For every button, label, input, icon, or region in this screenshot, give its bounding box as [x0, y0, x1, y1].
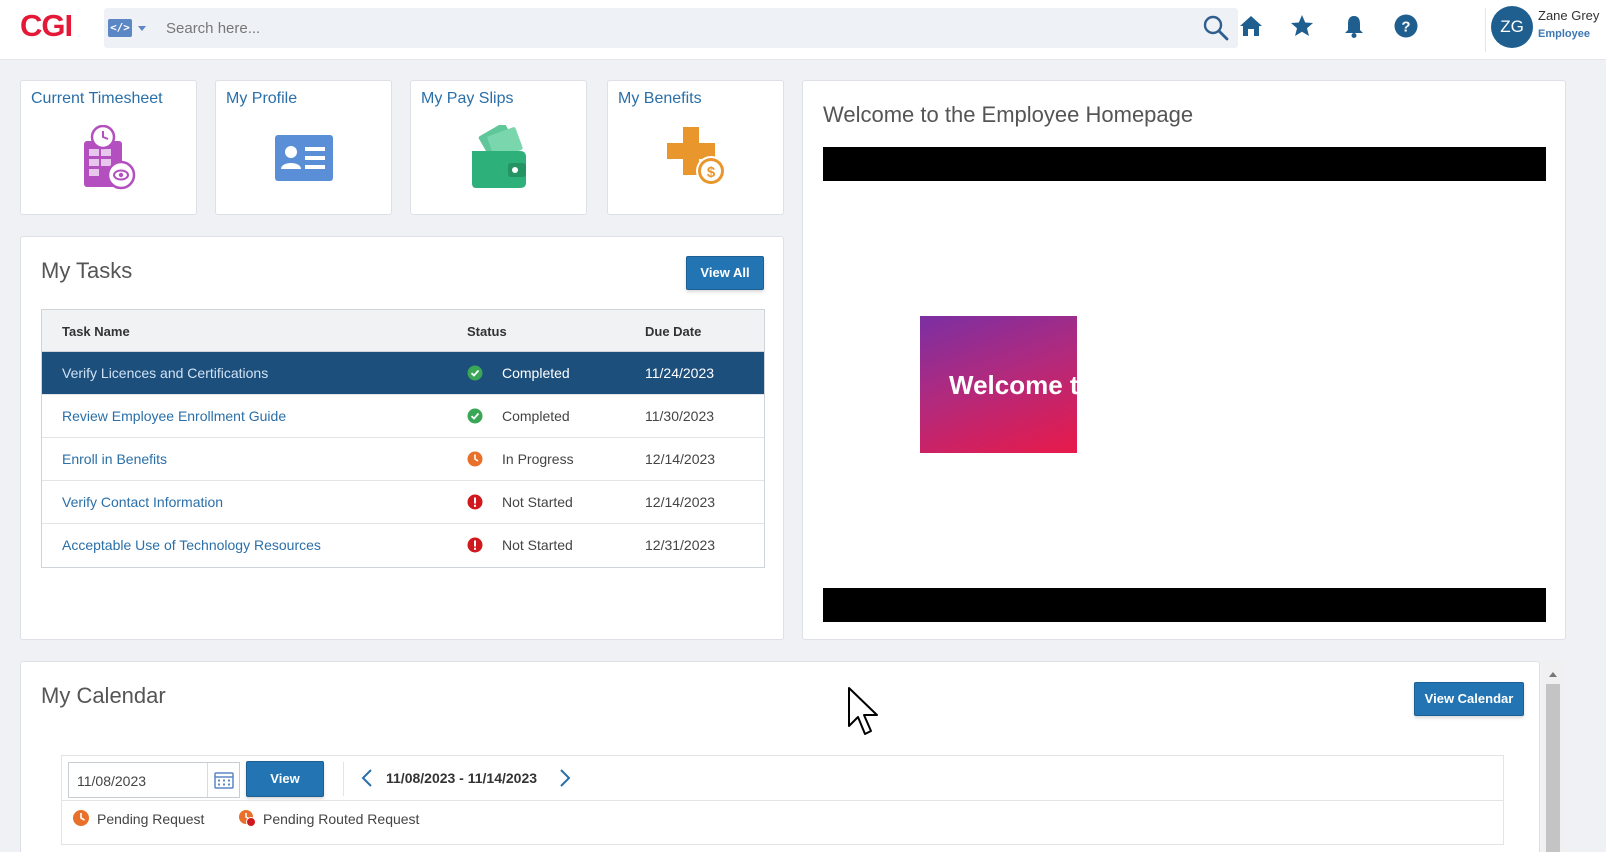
alert-icon — [467, 494, 483, 510]
welcome-image-text: Welcome t — [949, 370, 1077, 400]
task-name-link[interactable]: Enroll in Benefits — [62, 451, 167, 467]
view-calendar-button[interactable]: View Calendar — [1414, 682, 1524, 716]
page-scrollbar[interactable] — [1543, 662, 1563, 852]
task-name-link[interactable]: Acceptable Use of Technology Resources — [62, 537, 321, 553]
task-status: Completed — [502, 408, 570, 424]
date-field[interactable]: 11/08/2023 — [68, 762, 240, 798]
tasks-panel: My Tasks View All Task Name Status Due D… — [20, 236, 784, 640]
task-status: Not Started — [502, 494, 573, 510]
task-due-date: 12/14/2023 — [645, 451, 716, 467]
tile-label: My Benefits — [618, 90, 702, 107]
user-role: Employee — [1538, 28, 1590, 40]
table-row[interactable]: Verify Contact Information Not Started 1… — [42, 481, 764, 524]
table-row[interactable]: Verify Licences and Certifications Compl… — [42, 352, 764, 395]
pending-request-icon — [73, 810, 89, 826]
task-due-date: 12/14/2023 — [645, 494, 716, 510]
profile-card-icon — [274, 135, 333, 181]
task-name-link[interactable]: Verify Licences and Certifications — [62, 365, 268, 381]
tile-label: My Pay Slips — [421, 90, 514, 107]
search-scope-dropdown[interactable]: </> — [106, 17, 148, 39]
code-icon: </> — [108, 19, 132, 37]
task-due-date: 11/24/2023 — [645, 365, 715, 381]
task-status: Completed — [502, 365, 570, 381]
tasks-title: My Tasks — [41, 258, 133, 283]
star-icon[interactable] — [1288, 12, 1316, 40]
mouse-cursor-icon — [848, 687, 878, 735]
clock-icon — [467, 451, 483, 467]
tasks-table: Task Name Status Due Date Verify Licence… — [41, 309, 765, 568]
check-icon — [467, 365, 483, 381]
column-task-name[interactable]: Task Name — [62, 324, 130, 339]
tile-label: My Profile — [226, 90, 298, 107]
task-status: In Progress — [502, 451, 574, 467]
view-all-button[interactable]: View All — [686, 256, 764, 290]
task-due-date: 11/30/2023 — [645, 408, 715, 424]
divider — [1485, 8, 1486, 52]
scroll-thumb[interactable] — [1546, 684, 1560, 852]
legend-pending-request: Pending Request — [97, 811, 205, 827]
search-input[interactable] — [166, 8, 1166, 48]
search-bar: </> — [104, 8, 1238, 48]
pending-routed-request-icon — [239, 810, 256, 827]
calendar-title: My Calendar — [41, 683, 166, 708]
video-bar-bottom — [823, 588, 1546, 622]
table-row[interactable]: Enroll in Benefits In Progress 12/14/202… — [42, 438, 764, 481]
chevron-right-icon[interactable] — [558, 768, 572, 788]
legend-pending-routed-request: Pending Routed Request — [263, 811, 420, 827]
benefits-icon: $ — [666, 127, 726, 186]
task-status: Not Started — [502, 537, 573, 553]
divider — [62, 800, 1503, 801]
svg-text:$: $ — [706, 164, 715, 181]
task-name-link[interactable]: Review Employee Enrollment Guide — [62, 408, 286, 424]
divider — [343, 762, 344, 796]
top-bar: CGI </> ? ZG Zane Grey Employee — [0, 0, 1606, 60]
table-header: Task Name Status Due Date — [42, 310, 764, 352]
table-row[interactable]: Review Employee Enrollment Guide Complet… — [42, 395, 764, 438]
cgi-logo[interactable]: CGI — [20, 8, 73, 44]
column-status[interactable]: Status — [467, 324, 507, 339]
column-due-date[interactable]: Due Date — [645, 324, 701, 339]
scroll-up-icon[interactable] — [1548, 670, 1558, 678]
video-bar-top — [823, 147, 1546, 181]
check-icon — [467, 408, 483, 424]
timesheet-icon — [83, 125, 135, 190]
avatar[interactable]: ZG — [1491, 6, 1533, 48]
tile-my-profile[interactable]: My Profile — [215, 80, 392, 215]
chevron-down-icon — [138, 26, 146, 31]
tile-my-pay-slips[interactable]: My Pay Slips — [410, 80, 587, 215]
chevron-left-icon[interactable] — [360, 768, 374, 788]
date-picker-button[interactable] — [207, 763, 239, 797]
welcome-title: Welcome to the Employee Homepage — [823, 102, 1194, 127]
tile-my-benefits[interactable]: My Benefits $ — [607, 80, 784, 215]
task-name-link[interactable]: Verify Contact Information — [62, 494, 223, 510]
date-value: 11/08/2023 — [77, 773, 147, 789]
alert-icon — [467, 537, 483, 553]
calendar-panel: My Calendar View Calendar 11/08/2023 Vie… — [20, 661, 1540, 852]
help-icon[interactable]: ? — [1392, 12, 1420, 40]
home-icon[interactable] — [1237, 12, 1265, 40]
task-due-date: 12/31/2023 — [645, 537, 716, 553]
table-row[interactable]: Acceptable Use of Technology Resources N… — [42, 524, 764, 567]
svg-text:?: ? — [1401, 19, 1410, 36]
wallet-icon — [471, 125, 526, 188]
search-icon[interactable] — [1202, 14, 1230, 42]
calendar-icon — [214, 772, 234, 789]
bell-icon[interactable] — [1340, 12, 1368, 40]
view-button[interactable]: View — [246, 761, 324, 797]
welcome-banner-image[interactable]: Welcome t — [920, 316, 1077, 453]
tile-current-timesheet[interactable]: Current Timesheet — [20, 80, 197, 215]
tile-label: Current Timesheet — [31, 90, 163, 107]
calendar-toolbar: 11/08/2023 View 11/08/2023 - 11/14/2023 — [61, 755, 1504, 845]
welcome-panel: Welcome to the Employee Homepage Welcome… — [802, 80, 1566, 640]
date-range: 11/08/2023 - 11/14/2023 — [386, 770, 538, 786]
user-name[interactable]: Zane Grey — [1538, 8, 1599, 23]
